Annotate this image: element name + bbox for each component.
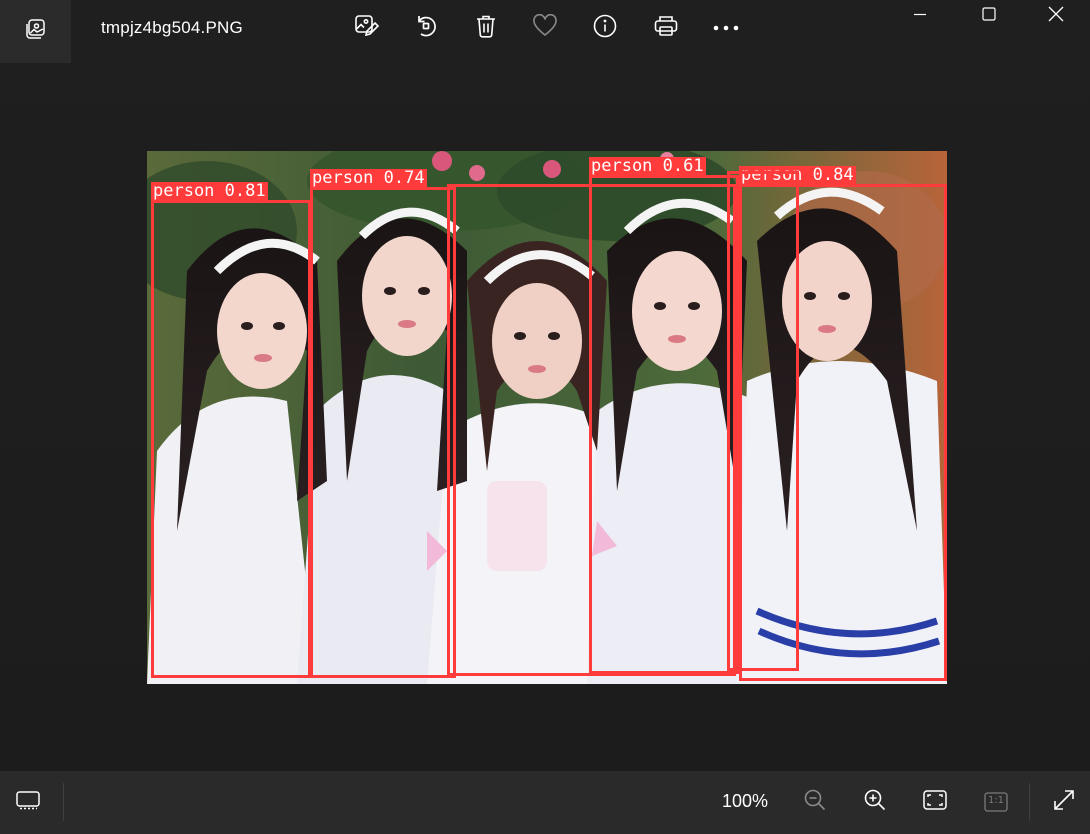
delete-button[interactable]: [468, 10, 504, 46]
zoom-level[interactable]: 100%: [722, 791, 768, 812]
detection-box: [447, 184, 736, 676]
detection-photo[interactable]: person 0.81 person 0.74 person 0.61 pers…: [147, 151, 947, 684]
rotate-button[interactable]: [408, 10, 444, 46]
print-button[interactable]: [648, 10, 684, 46]
more-icon: [712, 19, 740, 37]
print-icon: [653, 13, 679, 44]
bottom-toolbar: 100% 1:1: [0, 771, 1090, 834]
toolbar-divider: [63, 783, 64, 821]
detection-label: person 0.61: [589, 156, 706, 176]
heart-icon: [532, 13, 558, 43]
minimize-icon: [913, 7, 927, 26]
filmstrip-icon: [15, 789, 41, 816]
zoom-out-button[interactable]: [798, 785, 832, 819]
filmstrip-toggle-button[interactable]: [11, 785, 45, 819]
full-screen-button[interactable]: [1047, 785, 1081, 819]
toolbar-divider: [1029, 783, 1030, 821]
edit-image-button[interactable]: [348, 10, 384, 46]
gallery-button[interactable]: [0, 0, 71, 63]
delete-icon: [474, 13, 498, 44]
close-button[interactable]: [1022, 0, 1090, 32]
image-canvas[interactable]: person 0.81 person 0.74 person 0.61 pers…: [0, 63, 1090, 771]
file-name: tmpjz4bg504.PNG: [101, 18, 243, 37]
close-icon: [1048, 6, 1064, 27]
fit-window-icon: [922, 789, 948, 816]
expand-icon: [1052, 788, 1076, 817]
favorite-button[interactable]: [527, 10, 563, 46]
detection-label: person 0.81: [151, 181, 268, 201]
minimize-button[interactable]: [886, 0, 954, 32]
zoom-in-button[interactable]: [858, 785, 892, 819]
ratio-label: 1:1: [987, 795, 1005, 806]
detection-box: [727, 171, 799, 671]
photos-app-window: tmpjz4bg504.PNG person 0.81 person 0.74 …: [0, 0, 1090, 834]
detection-box: [151, 200, 311, 678]
detection-box: [310, 187, 456, 678]
zoom-in-icon: [863, 788, 887, 817]
info-button[interactable]: [587, 10, 623, 46]
info-icon: [592, 13, 618, 44]
title-bar: tmpjz4bg504.PNG: [0, 0, 1090, 63]
actual-size-icon: 1:1: [984, 792, 1008, 812]
maximize-icon: [982, 6, 996, 26]
fit-to-window-button[interactable]: [918, 785, 952, 819]
rotate-icon: [413, 13, 439, 44]
zoom-out-icon: [803, 788, 827, 817]
actual-size-button[interactable]: 1:1: [979, 785, 1013, 819]
edit-image-icon: [353, 13, 380, 44]
more-options-button[interactable]: [708, 10, 744, 46]
detection-label: person 0.74: [310, 168, 427, 188]
gallery-icon: [25, 18, 47, 45]
maximize-button[interactable]: [955, 0, 1023, 32]
